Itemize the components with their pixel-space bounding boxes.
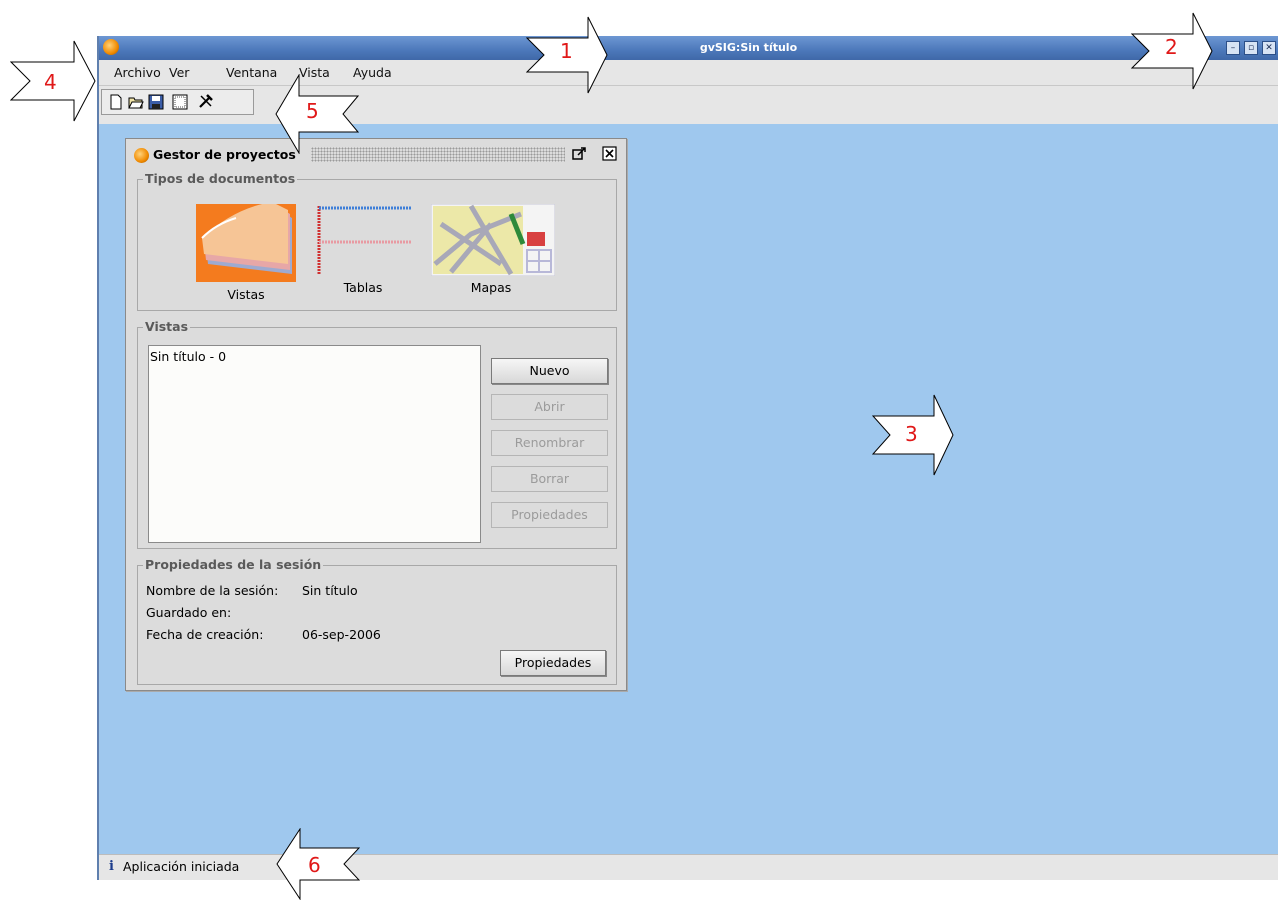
callout-label-6: 6 (308, 853, 321, 877)
session-group: Propiedades de la sesión Nombre de la se… (137, 557, 617, 685)
doc-type-views-label[interactable]: Vistas (186, 287, 306, 302)
views-group: Vistas Sin título - 0 Nuevo Abrir Renomb… (137, 319, 617, 549)
minimize-button[interactable]: – (1226, 41, 1240, 55)
session-name-label: Nombre de la sesión: (146, 583, 279, 598)
title-bar[interactable]: gvSIG:Sin título – ▫ ✕ (99, 36, 1278, 60)
window-title: gvSIG:Sin título (699, 41, 798, 54)
select-icon[interactable] (172, 94, 188, 110)
maps-doc-icon[interactable] (431, 204, 555, 276)
info-icon: i (109, 859, 114, 874)
views-list[interactable]: Sin título - 0 (148, 345, 481, 543)
callout-label-4: 4 (44, 70, 57, 94)
creation-date-value: 06-sep-2006 (302, 627, 381, 642)
close-icon[interactable] (602, 146, 617, 161)
menu-archivo[interactable]: Archivo (114, 65, 161, 80)
menu-ver[interactable]: Ver (169, 65, 189, 80)
views-doc-icon[interactable] (196, 204, 296, 282)
properties-button[interactable]: Propiedades (491, 502, 608, 528)
doc-types-group: Tipos de documentos Vistas Tablas Mapas (137, 171, 617, 311)
close-button[interactable]: ✕ (1262, 41, 1276, 55)
toolbar-group (101, 89, 254, 115)
callout-label-3: 3 (905, 422, 918, 446)
open-folder-icon[interactable] (128, 94, 144, 110)
doc-types-title: Tipos de documentos (143, 171, 298, 186)
session-group-title: Propiedades de la sesión (143, 557, 324, 572)
views-group-title: Vistas (143, 319, 191, 334)
session-name-value: Sin título (302, 583, 358, 598)
callout-label-1: 1 (560, 39, 573, 63)
tables-doc-icon[interactable] (314, 204, 414, 276)
list-item[interactable]: Sin título - 0 (150, 349, 226, 364)
delete-button[interactable]: Borrar (491, 466, 608, 492)
maximize-icon[interactable] (572, 146, 587, 161)
maximize-button[interactable]: ▫ (1244, 41, 1258, 55)
doc-type-maps-label[interactable]: Mapas (431, 280, 551, 295)
menu-ventana[interactable]: Ventana (226, 65, 277, 80)
open-button[interactable]: Abrir (491, 394, 608, 420)
saved-in-label: Guardado en: (146, 605, 232, 620)
project-manager-title-bar[interactable]: Gestor de proyectos (126, 139, 626, 168)
new-document-icon[interactable] (108, 94, 124, 110)
gvsig-logo-icon (134, 148, 149, 163)
new-button[interactable]: Nuevo (491, 358, 608, 384)
rename-button[interactable]: Renombrar (491, 430, 608, 456)
tools-icon[interactable] (198, 93, 214, 109)
save-disk-icon[interactable] (148, 94, 164, 110)
session-properties-button[interactable]: Propiedades (500, 650, 606, 676)
status-text: Aplicación iniciada (123, 859, 240, 874)
callout-label-2: 2 (1165, 35, 1178, 59)
creation-date-label: Fecha de creación: (146, 627, 264, 642)
doc-type-tables-label[interactable]: Tablas (303, 280, 423, 295)
project-manager-window: Gestor de proyectos Tipos de documentos … (125, 138, 627, 691)
callout-label-5: 5 (306, 99, 319, 123)
